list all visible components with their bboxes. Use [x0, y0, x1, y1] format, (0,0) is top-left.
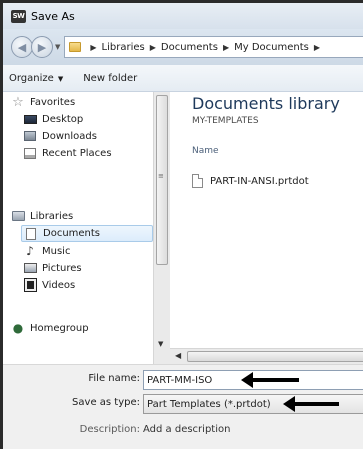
- description-input[interactable]: Add a description: [143, 424, 230, 435]
- sidebar-item-label: Desktop: [42, 113, 84, 125]
- navigation-bar: ◀ ▶ ▼ ▶ Libraries ▶ Documents ▶ My Docum…: [3, 29, 363, 65]
- navigation-pane-scrollbar[interactable]: ≡ ▼: [153, 92, 170, 364]
- sidebar-item-label: Libraries: [30, 210, 74, 222]
- sidebar-item-recent-places[interactable]: Recent Places: [23, 147, 112, 159]
- column-header-name[interactable]: Name: [192, 146, 219, 156]
- new-folder-button[interactable]: New folder: [83, 73, 137, 84]
- save-as-type-label: Save as type:: [72, 397, 140, 408]
- scroll-down-arrow-icon[interactable]: ▼: [158, 340, 163, 348]
- breadcrumb-separator-icon[interactable]: ▶: [90, 43, 96, 52]
- desktop-icon: [23, 113, 37, 125]
- breadcrumb-separator-icon[interactable]: ▶: [150, 43, 156, 52]
- library-title: Documents library: [192, 94, 340, 113]
- command-toolbar: Organize ▼ New folder: [3, 65, 363, 92]
- sidebar-item-downloads[interactable]: Downloads: [23, 130, 97, 142]
- sidebar-item-label: Music: [42, 245, 71, 257]
- breadcrumb-separator-icon[interactable]: ▶: [223, 43, 229, 52]
- star-icon: ☆: [12, 94, 24, 110]
- organize-button[interactable]: Organize ▼: [9, 73, 63, 84]
- chevron-down-icon: ▼: [57, 74, 64, 83]
- file-name-label: File name:: [88, 373, 140, 384]
- breadcrumb-my-documents[interactable]: My Documents: [234, 42, 309, 53]
- address-bar[interactable]: ▶ Libraries ▶ Documents ▶ My Documents ▶: [64, 36, 363, 58]
- sidebar-item-label: Videos: [42, 279, 76, 291]
- recent-places-icon: [23, 147, 37, 159]
- sidebar-item-label: Documents: [43, 228, 101, 239]
- description-label: Description:: [79, 424, 140, 435]
- documents-icon: [24, 227, 38, 240]
- videos-icon: [23, 278, 37, 292]
- main-area: ☆ Favorites Desktop Downloads Recent Pla…: [3, 92, 363, 364]
- sidebar-item-label: Favorites: [30, 96, 76, 108]
- sidebar-item-music[interactable]: ♪ Music: [23, 244, 71, 258]
- breadcrumb-separator-icon[interactable]: ▶: [314, 43, 320, 52]
- downloads-folder-icon: [23, 130, 37, 142]
- file-list-horizontal-scrollbar[interactable]: ◀: [170, 348, 363, 364]
- title-bar: SW Save As: [3, 3, 363, 29]
- forward-button[interactable]: ▶: [31, 36, 53, 58]
- window-title: Save As: [31, 9, 75, 23]
- scrollbar-thumb[interactable]: [156, 95, 168, 265]
- libraries-icon: [11, 210, 25, 222]
- scroll-left-arrow-icon[interactable]: ◀: [175, 351, 181, 360]
- save-form: File name: PART-MM-ISO Save as type: Par…: [3, 364, 363, 449]
- sidebar-item-label: Recent Places: [42, 147, 112, 159]
- music-note-icon: ♪: [26, 244, 34, 258]
- library-subtitle: MY-TEMPLATES: [192, 116, 259, 126]
- back-arrow-icon: ◀: [17, 40, 27, 54]
- sidebar-item-label: Pictures: [42, 262, 82, 274]
- file-list-pane: Documents library MY-TEMPLATES Name PART…: [170, 92, 363, 348]
- sidebar-item-favorites[interactable]: ☆ Favorites: [11, 94, 76, 110]
- navigation-pane: ☆ Favorites Desktop Downloads Recent Pla…: [3, 92, 153, 348]
- back-button[interactable]: ◀: [11, 36, 33, 58]
- annotation-arrow-icon: [241, 372, 299, 388]
- solidworks-app-icon: SW: [11, 9, 26, 23]
- sidebar-item-label: Homegroup: [30, 322, 89, 334]
- recent-locations-dropdown-icon[interactable]: ▼: [55, 43, 60, 51]
- annotation-arrow-icon: [283, 396, 339, 412]
- document-file-icon: [192, 174, 203, 188]
- breadcrumb-libraries[interactable]: Libraries: [102, 42, 145, 53]
- sidebar-item-desktop[interactable]: Desktop: [23, 113, 83, 125]
- pictures-icon: [23, 262, 37, 274]
- sidebar-item-videos[interactable]: Videos: [23, 278, 76, 292]
- sidebar-item-pictures[interactable]: Pictures: [23, 262, 82, 274]
- file-list-item[interactable]: PART-IN-ANSI.prtdot: [192, 174, 309, 188]
- organize-label: Organize: [9, 72, 54, 84]
- homegroup-icon: ●: [12, 321, 24, 335]
- save-as-dialog: SW Save As ◀ ▶ ▼ ▶ Libraries ▶ Documents…: [0, 0, 363, 449]
- sidebar-item-documents[interactable]: Documents: [21, 225, 153, 242]
- breadcrumb-documents[interactable]: Documents: [161, 42, 218, 53]
- scrollbar-thumb[interactable]: [187, 351, 363, 362]
- library-folder-icon: [69, 42, 82, 52]
- file-name-label: PART-IN-ANSI.prtdot: [210, 175, 309, 187]
- sidebar-item-label: Downloads: [42, 130, 97, 142]
- scrollbar-grip-icon: ≡: [158, 172, 164, 180]
- sidebar-item-homegroup[interactable]: ● Homegroup: [11, 321, 89, 335]
- forward-arrow-icon: ▶: [37, 40, 47, 54]
- sidebar-item-libraries[interactable]: Libraries: [11, 210, 73, 222]
